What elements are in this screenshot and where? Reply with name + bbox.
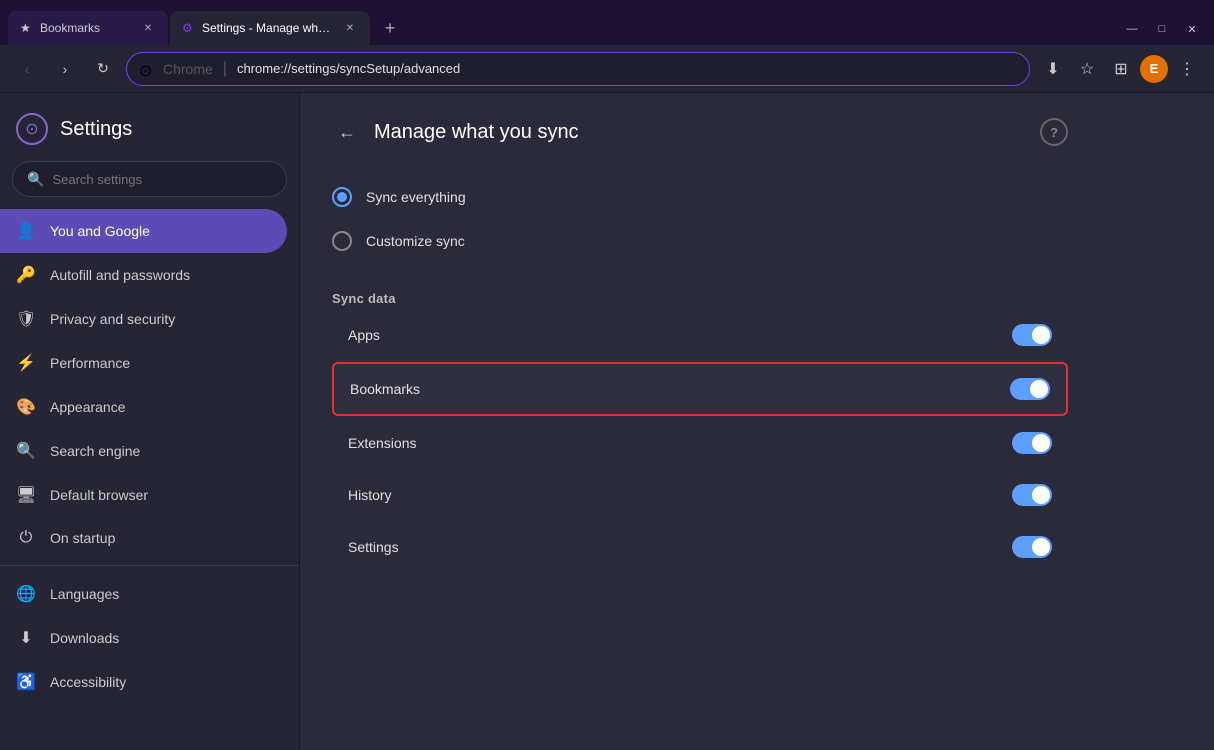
address-url: chrome://settings/syncSetup/advanced [237, 61, 1017, 76]
sidebar-item-appearance[interactable]: 🎨 Appearance [0, 385, 287, 429]
sidebar-item-privacy[interactable]: 🛡 Privacy and security [0, 297, 287, 341]
languages-icon: 🌐 [16, 584, 36, 604]
sync-item-history: History [332, 470, 1068, 520]
appearance-label: Appearance [50, 399, 126, 415]
performance-icon: ⚡ [16, 353, 36, 373]
customize-sync-label: Customize sync [366, 233, 465, 249]
settings-logo: ⊙ [16, 113, 48, 145]
on-startup-label: On startup [50, 530, 115, 546]
sync-item-bookmarks: Bookmarks [332, 362, 1068, 416]
sync-everything-option[interactable]: Sync everything [332, 175, 1068, 219]
tab-settings[interactable]: ⚙ Settings - Manage what you sync ✕ [170, 11, 370, 45]
settings-label: Settings [348, 539, 399, 555]
sidebar-header: ⊙ Settings [0, 93, 299, 161]
downloads-icon: ⬇ [16, 628, 36, 648]
extensions-label: Extensions [348, 435, 416, 451]
maximize-button[interactable]: □ [1148, 19, 1176, 39]
menu-icon[interactable]: ⋮ [1172, 54, 1202, 84]
history-toggle[interactable] [1012, 484, 1052, 506]
back-button[interactable]: ← [332, 117, 362, 147]
close-button[interactable]: ✕ [1178, 19, 1206, 39]
search-engine-label: Search engine [50, 443, 140, 459]
sync-item-settings: Settings [332, 522, 1068, 572]
default-browser-label: Default browser [50, 487, 148, 503]
sync-item-apps: Apps [332, 310, 1068, 360]
default-browser-icon: 🖥 [16, 485, 36, 505]
bookmarks-label: Bookmarks [350, 381, 420, 397]
main-content: ← Manage what you sync ? Sync everything… [300, 93, 1214, 750]
customize-sync-radio[interactable] [332, 231, 352, 251]
you-and-google-icon: 👤 [16, 221, 36, 241]
browser-frame: ★ Bookmarks ✕ ⚙ Settings - Manage what y… [0, 0, 1214, 750]
address-bar[interactable]: ⊙ Chrome | chrome://settings/syncSetup/a… [126, 52, 1030, 86]
sync-everything-radio[interactable] [332, 187, 352, 207]
tab-bookmarks-label: Bookmarks [40, 21, 134, 35]
settings-title: Settings [60, 118, 132, 141]
sidebar-item-languages[interactable]: 🌐 Languages [0, 572, 287, 616]
you-and-google-label: You and Google [50, 223, 150, 239]
new-tab-button[interactable]: + [376, 14, 404, 42]
address-chrome-label: Chrome [163, 61, 213, 77]
extensions-icon[interactable]: ⊞ [1106, 54, 1136, 84]
sidebar-item-on-startup[interactable]: ⏻ On startup [0, 517, 287, 559]
minimize-button[interactable]: — [1118, 19, 1146, 39]
sync-item-extensions: Extensions [332, 418, 1068, 468]
apps-label: Apps [348, 327, 380, 343]
search-input[interactable] [52, 172, 272, 187]
tab-settings-close[interactable]: ✕ [342, 20, 358, 36]
browser-toolbar: ‹ › ↻ ⊙ Chrome | chrome://settings/syncS… [0, 45, 1214, 93]
sidebar-item-accessibility[interactable]: ♿ Accessibility [0, 660, 287, 704]
address-favicon: ⊙ [139, 61, 155, 77]
sidebar-item-default-browser[interactable]: 🖥 Default browser [0, 473, 287, 517]
accessibility-icon: ♿ [16, 672, 36, 692]
autofill-label: Autofill and passwords [50, 267, 190, 283]
history-label: History [348, 487, 392, 503]
page-header: ← Manage what you sync ? [332, 117, 1068, 147]
extensions-toggle[interactable] [1012, 432, 1052, 454]
sync-everything-label: Sync everything [366, 189, 466, 205]
search-bar[interactable]: 🔍 [12, 161, 287, 197]
tab-bookmarks-favicon: ★ [20, 21, 34, 35]
bookmark-icon[interactable]: ☆ [1072, 54, 1102, 84]
sync-radio-group: Sync everything Customize sync [332, 175, 1068, 263]
tab-bookmarks-close[interactable]: ✕ [140, 20, 156, 36]
sidebar-item-performance[interactable]: ⚡ Performance [0, 341, 287, 385]
profile-button[interactable]: E [1140, 55, 1168, 83]
bookmarks-toggle[interactable] [1010, 378, 1050, 400]
tab-settings-favicon: ⚙ [182, 21, 196, 35]
sidebar-divider [0, 565, 299, 566]
tab-bookmarks[interactable]: ★ Bookmarks ✕ [8, 11, 168, 45]
tab-settings-label: Settings - Manage what you sync [202, 21, 336, 35]
accessibility-label: Accessibility [50, 674, 126, 690]
on-startup-icon: ⏻ [16, 529, 36, 547]
reload-button[interactable]: ↻ [88, 54, 118, 84]
page-title: Manage what you sync [374, 121, 1028, 144]
apps-toggle[interactable] [1012, 324, 1052, 346]
help-button[interactable]: ? [1040, 118, 1068, 146]
sidebar-item-downloads[interactable]: ⬇ Downloads [0, 616, 287, 660]
settings-container: ⊙ Settings 🔍 👤 You and Google 🔑 Autofill… [0, 93, 1214, 750]
sidebar-item-search-engine[interactable]: 🔍 Search engine [0, 429, 287, 473]
settings-sidebar: ⊙ Settings 🔍 👤 You and Google 🔑 Autofill… [0, 93, 300, 750]
autofill-icon: 🔑 [16, 265, 36, 285]
appearance-icon: 🎨 [16, 397, 36, 417]
privacy-icon: 🛡 [16, 309, 36, 329]
title-bar: ★ Bookmarks ✕ ⚙ Settings - Manage what y… [0, 0, 1214, 45]
downloads-label: Downloads [50, 630, 119, 646]
customize-sync-option[interactable]: Customize sync [332, 219, 1068, 263]
performance-label: Performance [50, 355, 130, 371]
sidebar-item-you-and-google[interactable]: 👤 You and Google [0, 209, 287, 253]
languages-label: Languages [50, 586, 119, 602]
sync-data-section-title: Sync data [332, 291, 1068, 306]
search-engine-icon: 🔍 [16, 441, 36, 461]
privacy-label: Privacy and security [50, 311, 175, 327]
back-nav-button[interactable]: ‹ [12, 54, 42, 84]
window-controls: — □ ✕ [1118, 19, 1206, 39]
download-icon[interactable]: ⬇ [1038, 54, 1068, 84]
forward-nav-button[interactable]: › [50, 54, 80, 84]
toolbar-actions: ⬇ ☆ ⊞ E ⋮ [1038, 54, 1202, 84]
sidebar-item-autofill[interactable]: 🔑 Autofill and passwords [0, 253, 287, 297]
settings-toggle[interactable] [1012, 536, 1052, 558]
search-icon: 🔍 [27, 171, 44, 188]
